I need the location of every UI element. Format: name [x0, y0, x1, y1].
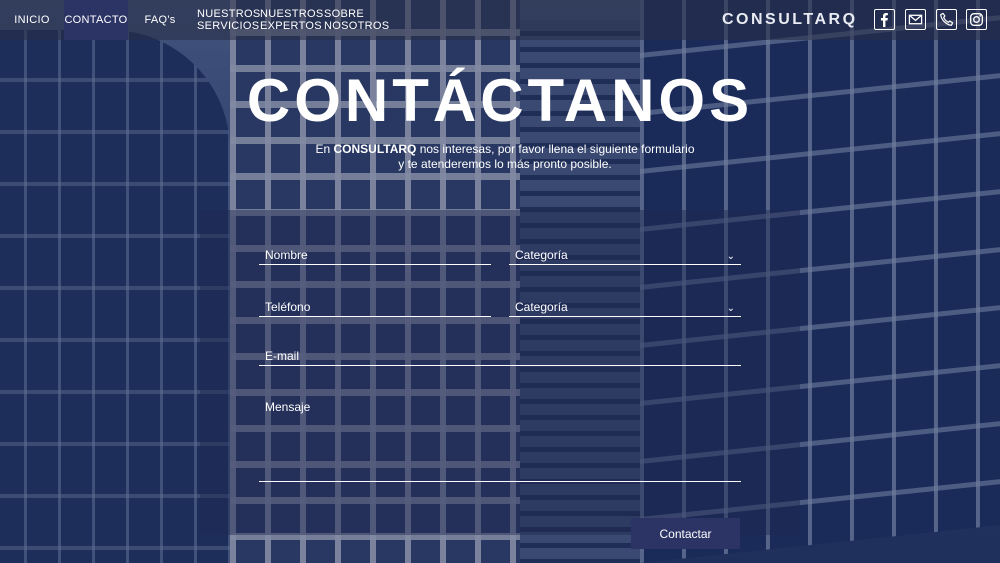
- nav-item-label-line2: NOSOTROS: [324, 20, 390, 32]
- message-placeholder: Mensaje: [265, 400, 311, 414]
- submit-button[interactable]: Contactar: [631, 518, 740, 549]
- nav-item-sobre-nosotros[interactable]: SOBRE NOSOTROS: [324, 0, 389, 40]
- nav-item-label-line1: SOBRE: [324, 8, 365, 20]
- instagram-icon[interactable]: [966, 9, 987, 30]
- chevron-down-icon: ⌄: [726, 251, 735, 262]
- category-select-2[interactable]: Categoría ⌄: [509, 295, 741, 317]
- nav-item-label-line2: SERVICIOS: [197, 20, 260, 32]
- facebook-icon[interactable]: [874, 9, 895, 30]
- category-select-value: Categoría: [515, 248, 568, 262]
- chevron-down-icon: ⌄: [726, 303, 735, 314]
- nav-item-label: FAQ's: [144, 14, 176, 26]
- nav-item-label-line1: NUESTROS: [260, 8, 324, 20]
- phone-icon[interactable]: [936, 9, 957, 30]
- message-textarea[interactable]: Mensaje: [259, 394, 741, 482]
- nav-item-contacto[interactable]: CONTACTO: [64, 0, 128, 40]
- brand-logo[interactable]: CONSULTARQ: [722, 0, 858, 40]
- nav-item-faqs[interactable]: FAQ's: [140, 0, 180, 40]
- mail-icon[interactable]: [905, 9, 926, 30]
- brand-name-inline: CONSULTARQ: [333, 142, 417, 156]
- page-subtitle: En CONSULTARQ nos interesas, por favor l…: [315, 142, 695, 171]
- category-select-1[interactable]: Categoría ⌄: [509, 243, 741, 265]
- nav-item-label: CONTACTO: [64, 14, 128, 26]
- category-select-value: Categoría: [515, 300, 568, 314]
- name-field[interactable]: Nombre: [259, 243, 491, 265]
- phone-placeholder: Teléfono: [265, 300, 311, 314]
- nav-item-label-line2: EXPERTOS: [260, 20, 322, 32]
- name-placeholder: Nombre: [265, 248, 308, 262]
- email-field[interactable]: E-mail: [259, 344, 741, 366]
- email-placeholder: E-mail: [265, 349, 300, 363]
- phone-field[interactable]: Teléfono: [259, 295, 491, 317]
- nav-item-label-line1: NUESTROS: [197, 8, 261, 20]
- nav-item-label: INICIO: [14, 14, 50, 26]
- page-title: CONTÁCTANOS: [246, 67, 754, 134]
- top-nav-bar: INICIO CONTACTO FAQ's NUESTROS SERVICIOS…: [0, 0, 1000, 40]
- nav-item-nuestros-expertos[interactable]: NUESTROS EXPERTOS: [260, 0, 323, 40]
- nav-item-nuestros-servicios[interactable]: NUESTROS SERVICIOS: [197, 0, 260, 40]
- nav-item-inicio[interactable]: INICIO: [0, 0, 64, 40]
